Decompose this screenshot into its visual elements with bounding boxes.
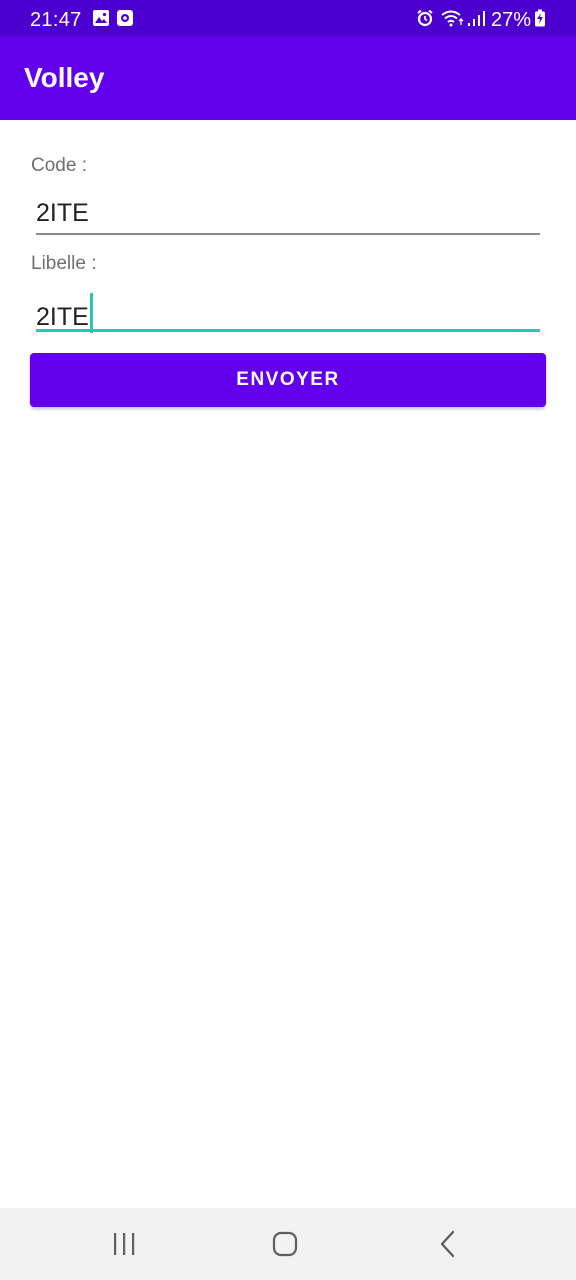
libelle-input-area[interactable]: 2ITE xyxy=(36,293,93,333)
submit-button[interactable]: ENVOYER xyxy=(30,353,546,407)
libelle-input-value: 2ITE xyxy=(36,303,89,331)
screen-record-icon xyxy=(116,9,134,27)
alarm-icon xyxy=(416,9,434,27)
libelle-field-underline xyxy=(36,329,540,332)
gallery-icon xyxy=(92,9,110,27)
text-cursor xyxy=(89,293,93,333)
back-icon[interactable] xyxy=(428,1226,468,1262)
signal-icon xyxy=(467,9,487,27)
home-icon[interactable] xyxy=(265,1226,305,1262)
status-time: 21:47 xyxy=(30,9,82,31)
app-bar: Volley xyxy=(0,36,576,120)
nav-bar xyxy=(0,1208,576,1280)
libelle-label: Libelle : xyxy=(31,253,97,274)
recent-apps-icon[interactable] xyxy=(104,1226,144,1262)
battery-percent: 27% xyxy=(491,9,532,31)
wifi-icon xyxy=(440,9,466,27)
app-title: Volley xyxy=(24,62,105,93)
battery-charging-icon xyxy=(534,9,546,27)
status-bar: 21:47 27% xyxy=(0,0,576,36)
code-field-underline xyxy=(36,233,540,235)
code-input-value[interactable]: 2ITE xyxy=(36,197,89,229)
code-label: Code : xyxy=(31,155,87,176)
